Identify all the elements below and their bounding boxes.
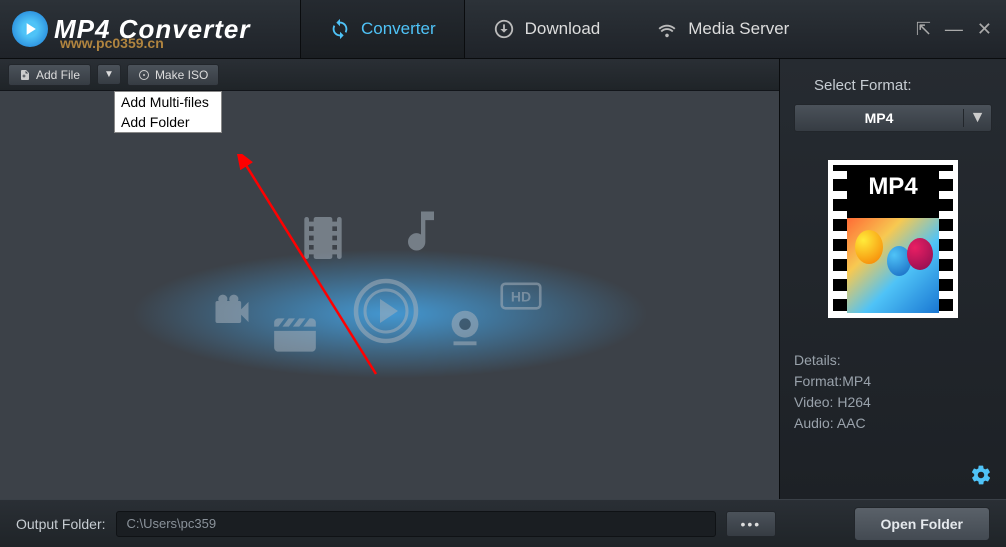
tab-label: Media Server [688, 19, 789, 39]
add-file-icon [19, 69, 31, 81]
tab-download[interactable]: Download [465, 0, 629, 58]
format-details: Details: Format:MP4 Video: H264 Audio: A… [794, 350, 992, 434]
preview-format-label: MP4 [833, 173, 953, 201]
nav-tabs: Converter Download Media Server [300, 0, 916, 58]
hd-icon: HD [500, 280, 542, 312]
watermark-text: www.pc0359.cn [60, 35, 164, 51]
wifi-icon [656, 18, 678, 40]
make-iso-label: Make ISO [155, 68, 208, 82]
output-folder-input[interactable] [116, 511, 716, 537]
preview-thumbnail [847, 218, 939, 313]
drop-zone[interactable]: HD [0, 91, 779, 499]
disc-icon [138, 69, 150, 81]
tab-converter[interactable]: Converter [300, 0, 465, 58]
download-icon [493, 18, 515, 40]
add-file-label: Add File [36, 68, 80, 82]
clapper-icon [270, 310, 320, 360]
dropdown-item-multi-files[interactable]: Add Multi-files [115, 92, 221, 112]
browse-button[interactable]: ••• [726, 511, 777, 537]
right-panel: Select Format: MP4 ▼ MP4 Details: Format… [779, 59, 1006, 499]
toolbar: Add File ▼ Make ISO [0, 59, 779, 91]
left-panel: Add File ▼ Make ISO Add Multi-files Add … [0, 59, 779, 499]
tab-label: Converter [361, 19, 436, 39]
add-file-dropdown-menu: Add Multi-files Add Folder [114, 91, 222, 133]
play-circle-icon [350, 275, 422, 347]
format-select-value: MP4 [795, 110, 963, 126]
details-video: Video: H264 [794, 392, 992, 413]
popout-icon[interactable]: ⇱ [916, 19, 931, 40]
app-logo-icon [12, 11, 48, 47]
add-file-dropdown-button[interactable]: ▼ [97, 64, 121, 85]
output-folder-label: Output Folder: [16, 516, 106, 532]
format-select[interactable]: MP4 ▼ [794, 104, 992, 132]
close-icon[interactable]: ✕ [977, 19, 992, 40]
media-icon-cluster: HD [220, 210, 560, 380]
svg-text:HD: HD [510, 288, 530, 304]
minimize-icon[interactable]: — [945, 19, 963, 40]
chevron-down-icon: ▼ [963, 109, 991, 127]
gear-icon [970, 464, 992, 486]
make-iso-button[interactable]: Make ISO [127, 64, 219, 86]
add-file-button[interactable]: Add File [8, 64, 91, 86]
main-area: Add File ▼ Make ISO Add Multi-files Add … [0, 59, 1006, 499]
format-preview: MP4 [828, 160, 958, 318]
settings-button[interactable] [970, 464, 992, 491]
film-icon [295, 210, 351, 266]
music-note-icon [395, 205, 447, 257]
dropdown-item-folder[interactable]: Add Folder [115, 112, 221, 132]
open-folder-button[interactable]: Open Folder [854, 507, 990, 541]
details-audio: Audio: AAC [794, 413, 992, 434]
tab-label: Download [525, 19, 601, 39]
window-controls: ⇱ — ✕ [916, 19, 1006, 40]
select-format-label: Select Format: [794, 77, 992, 94]
camcorder-icon [210, 290, 254, 334]
tab-media-server[interactable]: Media Server [628, 0, 817, 58]
webcam-icon [442, 305, 488, 351]
convert-icon [329, 18, 351, 40]
details-format: Format:MP4 [794, 371, 992, 392]
bottom-bar: Output Folder: ••• Open Folder [0, 499, 1006, 547]
details-heading: Details: [794, 350, 992, 371]
